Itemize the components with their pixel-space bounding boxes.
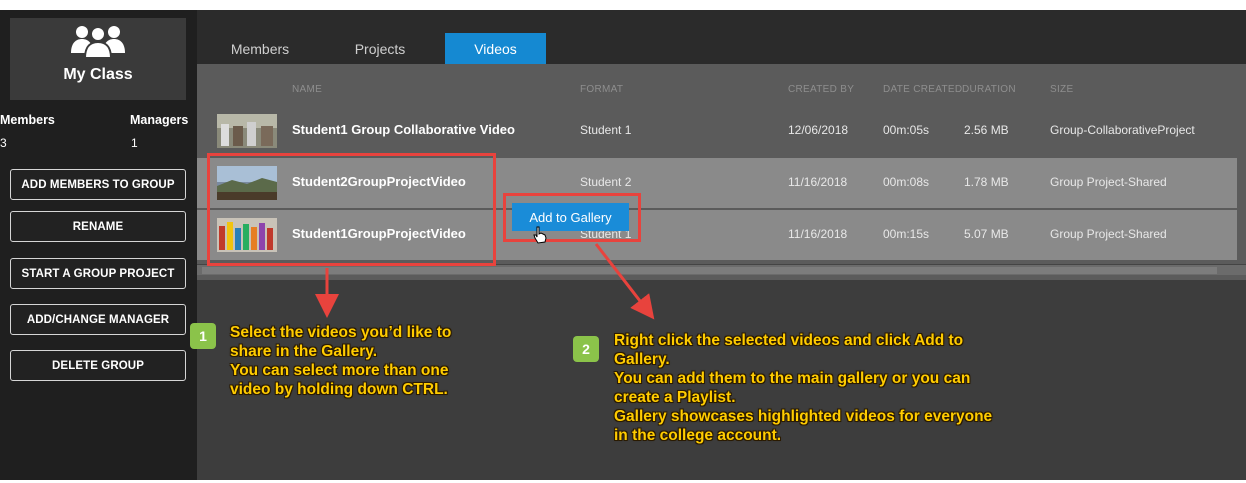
callout-text-2: Right click the selected videos and clic… bbox=[614, 331, 992, 445]
add-members-button[interactable]: ADD MEMBERS TO GROUP bbox=[10, 169, 186, 200]
members-count: 3 bbox=[0, 136, 7, 150]
scrollbar-thumb[interactable] bbox=[202, 267, 1217, 274]
video-date-created: 11/16/2018 bbox=[788, 227, 848, 241]
group-sidebar: My Class Members Managers 3 1 ADD MEMBER… bbox=[0, 10, 197, 480]
callout-2-line: Gallery. bbox=[614, 351, 670, 368]
video-duration: 00m:05s bbox=[883, 123, 930, 137]
start-group-project-button[interactable]: START A GROUP PROJECT bbox=[10, 258, 186, 289]
video-duration: 00m:08s bbox=[883, 175, 930, 189]
callout-1-line: Select the videos you’d like to bbox=[230, 324, 452, 341]
video-created-by: Student 1 bbox=[580, 123, 632, 137]
video-project: Group-CollaborativeProject bbox=[1050, 123, 1195, 137]
callout-2-line: Gallery showcases highlighted videos for… bbox=[614, 408, 993, 425]
callout-text-1: Select the videos you’d like to share in… bbox=[230, 323, 451, 399]
tab-videos[interactable]: Videos bbox=[445, 33, 546, 64]
video-size: 2.56 MB bbox=[964, 123, 1009, 137]
callout-2-line: create a Playlist. bbox=[614, 389, 736, 406]
add-change-manager-button[interactable]: ADD/CHANGE MANAGER bbox=[10, 304, 186, 335]
class-title: My Class bbox=[63, 66, 133, 83]
managers-count: 1 bbox=[131, 136, 138, 150]
delete-group-button[interactable]: DELETE GROUP bbox=[10, 350, 186, 381]
selection-highlight-box bbox=[207, 153, 496, 266]
tab-bar: Members Projects Videos bbox=[197, 10, 1246, 64]
managers-label: Managers bbox=[130, 113, 189, 127]
callout-number-1: 1 bbox=[190, 323, 216, 349]
video-project: Group Project-Shared bbox=[1050, 227, 1167, 241]
column-header-duration[interactable]: DURATION bbox=[962, 84, 1016, 95]
video-project: Group Project-Shared bbox=[1050, 175, 1167, 189]
video-name: Student1 Group Collaborative Video bbox=[292, 122, 515, 137]
tab-projects[interactable]: Projects bbox=[338, 33, 422, 64]
video-created-by: Student 2 bbox=[580, 175, 632, 189]
callout-2-line: You can add them to the main gallery or … bbox=[614, 370, 971, 387]
column-header-name[interactable]: NAME bbox=[292, 84, 322, 95]
rename-button[interactable]: RENAME bbox=[10, 211, 186, 242]
members-label: Members bbox=[0, 113, 55, 127]
callout-2-line: in the college account. bbox=[614, 427, 782, 444]
tab-members[interactable]: Members bbox=[225, 33, 295, 64]
column-header-format[interactable]: FORMAT bbox=[580, 84, 623, 95]
video-size: 5.07 MB bbox=[964, 227, 1009, 241]
callout-1-line: video by holding down CTRL. bbox=[230, 381, 448, 398]
video-thumbnail bbox=[217, 114, 277, 148]
video-size: 1.78 MB bbox=[964, 175, 1009, 189]
context-menu-add-to-gallery[interactable]: Add to Gallery bbox=[512, 203, 629, 231]
column-header-created-by[interactable]: CREATED BY bbox=[788, 84, 854, 95]
class-header[interactable]: My Class bbox=[10, 18, 186, 100]
group-icon bbox=[71, 26, 125, 59]
hand-cursor-icon bbox=[533, 226, 547, 244]
callout-2-line: Right click the selected videos and clic… bbox=[614, 332, 964, 349]
video-date-created: 11/16/2018 bbox=[788, 175, 848, 189]
video-date-created: 12/06/2018 bbox=[788, 123, 849, 137]
column-header-size[interactable]: SIZE bbox=[1050, 84, 1073, 95]
callout-number-2: 2 bbox=[573, 336, 599, 362]
column-header-date-created[interactable]: DATE CREATED bbox=[883, 84, 962, 95]
callout-1-line: You can select more than one bbox=[230, 362, 449, 379]
video-duration: 00m:15s bbox=[883, 227, 930, 241]
callout-1-line: share in the Gallery. bbox=[230, 343, 378, 360]
table-row[interactable]: Student1 Group Collaborative Video Stude… bbox=[197, 106, 1237, 156]
